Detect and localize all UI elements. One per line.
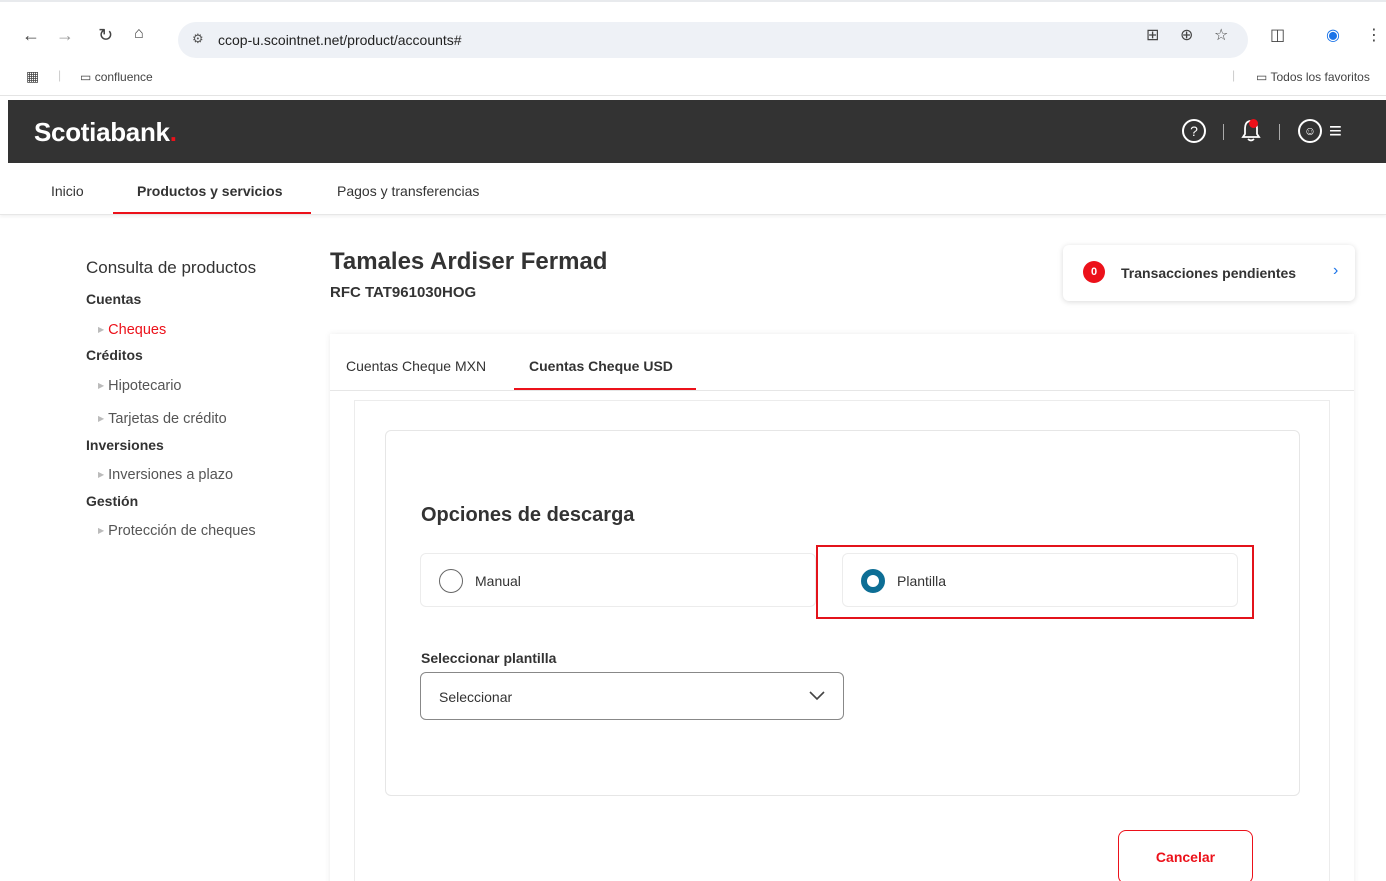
bookmark-folder-confluence[interactable]: ▭ confluence	[80, 70, 153, 84]
notification-badge	[1249, 119, 1258, 128]
chevron-right-icon: ›	[1333, 262, 1339, 279]
menu-icon[interactable]: ≡	[1329, 120, 1342, 142]
sidebar-group-inversiones: Inversiones	[86, 437, 164, 453]
account-name: Tamales Ardiser Fermad	[330, 248, 608, 275]
extensions-icon[interactable]: ◫	[1270, 28, 1285, 44]
help-icon[interactable]: ?	[1182, 119, 1206, 143]
folder-icon: ▭	[80, 70, 92, 84]
sidebar-item-hipotecario[interactable]: ▶ Hipotecario	[98, 378, 182, 394]
nav-pagos-y-transferencias[interactable]: Pagos y transferencias	[337, 183, 479, 199]
sidebar-title: Consulta de productos	[86, 258, 257, 277]
radio-option-manual[interactable]: Manual	[420, 553, 816, 607]
bookmark-separator: |	[58, 68, 62, 82]
select-template-label: Seleccionar plantilla	[421, 650, 557, 666]
select-template-dropdown[interactable]: Seleccionar	[420, 672, 844, 720]
caret-right-icon: ▶	[98, 381, 105, 390]
header-divider	[1279, 124, 1280, 140]
app-header: Scotiabank. ? ☺ ≡	[8, 100, 1386, 163]
profile-icon[interactable]: ◉	[1326, 28, 1340, 44]
sidebar-item-proteccion-de-cheques[interactable]: ▶ Protección de cheques	[98, 523, 256, 539]
all-bookmarks-label: Todos los favoritos	[1270, 70, 1370, 84]
browser-toolbar: ← → ↻ ⌂ ⚙ ccop-u.scointnet.net/product/a…	[0, 0, 1386, 60]
nav-active-indicator	[113, 212, 311, 214]
translate-icon[interactable]: ⊞	[1146, 28, 1159, 44]
back-icon[interactable]: ←	[22, 26, 40, 44]
nav-productos-y-servicios[interactable]: Productos y servicios	[137, 183, 283, 199]
sidebar-item-inversiones-a-plazo[interactable]: ▶ Inversiones a plazo	[98, 467, 233, 483]
kebab-menu-icon[interactable]: ⋮	[1366, 28, 1382, 44]
site-info-icon[interactable]: ⚙	[192, 31, 204, 47]
apps-icon[interactable]: ▦	[26, 68, 39, 85]
radio-label-manual: Manual	[475, 573, 521, 589]
tab-cuentas-cheque-usd[interactable]: Cuentas Cheque USD	[529, 358, 673, 374]
caret-right-icon: ▶	[98, 414, 105, 423]
highlight-annotation-box	[816, 545, 1254, 619]
chevron-down-icon	[809, 691, 825, 701]
pending-transactions-label: Transacciones pendientes	[1121, 265, 1297, 281]
download-options-title: Opciones de descarga	[421, 504, 635, 526]
pending-transactions-card[interactable]: 0 Transacciones pendientes ›	[1063, 245, 1355, 301]
caret-right-icon: ▶	[98, 470, 105, 479]
folder-icon: ▭	[1256, 70, 1268, 84]
select-template-value: Seleccionar	[439, 689, 513, 705]
sidebar-item-cheques[interactable]: ▶ Cheques	[98, 322, 166, 338]
sidebar-group-cuentas: Cuentas	[86, 291, 142, 307]
user-icon[interactable]: ☺	[1298, 119, 1322, 143]
caret-right-icon: ▶	[98, 526, 105, 535]
scotiabank-logo[interactable]: Scotiabank.	[34, 117, 177, 148]
radio-unchecked-icon[interactable]	[439, 569, 463, 593]
tabs-divider	[330, 390, 1354, 391]
bookmark-separator: |	[1232, 68, 1236, 82]
all-bookmarks[interactable]: ▭ Todos los favoritos	[1256, 70, 1370, 84]
forward-icon[interactable]: →	[56, 26, 74, 44]
cancel-button[interactable]: Cancelar	[1118, 830, 1253, 881]
sidebar-group-gestion: Gestión	[86, 493, 139, 509]
address-bar[interactable]: ⚙ ccop-u.scointnet.net/product/accounts#	[178, 22, 1248, 58]
pending-count-badge: 0	[1083, 261, 1105, 283]
reload-icon[interactable]: ↻	[98, 26, 113, 44]
bookmark-label: confluence	[94, 70, 153, 84]
url-text: ccop-u.scointnet.net/product/accounts#	[218, 32, 462, 48]
nav-inicio[interactable]: Inicio	[51, 183, 84, 199]
zoom-icon[interactable]: ⊕	[1180, 28, 1193, 44]
tab-cuentas-cheque-mxn[interactable]: Cuentas Cheque MXN	[346, 358, 486, 374]
sidebar-group-creditos: Créditos	[86, 347, 143, 363]
sidebar-item-tarjetas-de-credito[interactable]: ▶ Tarjetas de crédito	[98, 411, 227, 427]
bookmarks-bar: ▦ | ▭ confluence | ▭ Todos los favoritos	[0, 62, 1386, 96]
star-icon[interactable]: ☆	[1214, 28, 1228, 44]
caret-right-icon: ▶	[98, 325, 105, 334]
main-nav: Inicio Productos y servicios Pagos y tra…	[0, 163, 1386, 215]
account-rfc: RFC TAT961030HOG	[330, 284, 477, 301]
home-icon[interactable]: ⌂	[134, 26, 144, 42]
header-divider	[1223, 124, 1224, 140]
